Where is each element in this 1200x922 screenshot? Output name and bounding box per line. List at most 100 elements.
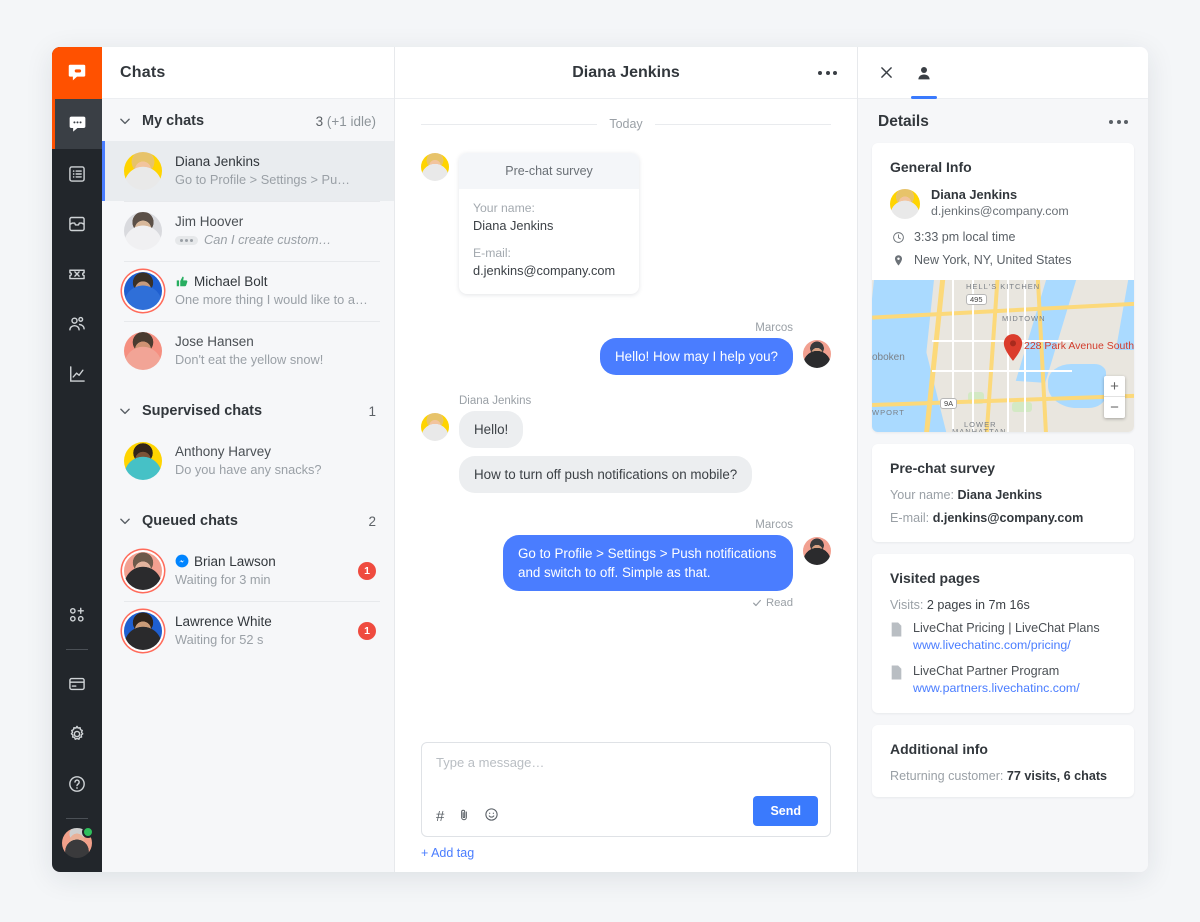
group-count: 2 xyxy=(368,513,376,529)
chat-list-item-jose-hansen[interactable]: Jose Hansen Don't eat the yellow snow! xyxy=(102,321,394,381)
sidebar-item-reports[interactable] xyxy=(52,349,102,399)
map-zoom-in-button[interactable]: + xyxy=(1104,376,1125,397)
map-zoom-out-button[interactable]: − xyxy=(1104,397,1125,418)
group-header-supervised-chats[interactable]: Supervised chats 1 xyxy=(102,381,394,431)
map-street-4 xyxy=(1024,280,1026,432)
chat-list-item-brian-lawson[interactable]: Brian Lawson Waiting for 3 min 1 xyxy=(102,541,394,601)
message-input-placeholder[interactable]: Type a message… xyxy=(436,755,816,770)
visited-page-item[interactable]: LiveChat Pricing | LiveChat Plans www.li… xyxy=(872,620,1134,663)
sidebar-item-apps[interactable] xyxy=(52,590,102,640)
close-icon[interactable] xyxy=(878,47,895,99)
canned-response-icon[interactable]: # xyxy=(436,809,444,824)
online-status-dot xyxy=(82,826,94,838)
chat-item-message: Can I create custom… xyxy=(204,232,332,247)
chat-list-item-anthony-harvey[interactable]: Anthony Harvey Do you have any snacks? xyxy=(102,431,394,491)
map-pin-icon xyxy=(1003,334,1023,361)
location-map[interactable]: HELL'S KITCHEN MIDTOWN oboken WPORT LOWE… xyxy=(872,280,1134,432)
map-street-6 xyxy=(932,370,1072,372)
details-panel: Details General Info Diana Jenkins d.jen… xyxy=(858,47,1148,872)
chat-item-body: Jim Hoover Can I create custom… xyxy=(175,213,376,249)
avatar xyxy=(124,152,162,190)
sidebar-item-archives[interactable] xyxy=(52,149,102,199)
pre-chat-survey-heading: Pre-chat survey xyxy=(890,460,996,476)
returning-customer-value: 77 visits, 6 chats xyxy=(1006,769,1108,783)
message-composer[interactable]: Type a message… # Send xyxy=(421,742,831,837)
attachment-icon[interactable] xyxy=(457,808,471,825)
chat-item-message: Waiting for 52 s xyxy=(175,632,264,647)
more-horizontal-icon[interactable] xyxy=(818,70,837,75)
chat-item-body: Anthony Harvey Do you have any snacks? xyxy=(175,443,376,479)
visited-page-text: LiveChat Pricing | LiveChat Plans www.li… xyxy=(913,620,1100,654)
conversation-title: Diana Jenkins xyxy=(572,63,680,81)
message-list[interactable]: Today Pre-chat survey Your name: Diana J… xyxy=(395,99,857,732)
sidebar-item-tickets[interactable] xyxy=(52,199,102,249)
chat-item-name: Jose Hansen xyxy=(175,334,254,349)
thumbs-up-icon xyxy=(175,274,189,288)
sidebar-item-chats[interactable] xyxy=(52,99,102,149)
survey-name-label: Your name: xyxy=(473,201,535,215)
day-separator: Today xyxy=(421,117,832,131)
page-icon xyxy=(890,622,904,654)
group-header-queued-chats[interactable]: Queued chats 2 xyxy=(102,491,394,541)
chat-list-scroll[interactable]: My chats 3 (+1 idle) Diana Jenkins Go to… xyxy=(102,99,394,872)
page-url[interactable]: www.livechatinc.com/pricing/ xyxy=(913,637,1100,654)
visited-pages-card: Visited pages Visits: 2 pages in 7m 16s … xyxy=(872,554,1134,713)
current-user-avatar[interactable] xyxy=(62,826,94,858)
page-title: LiveChat Pricing | LiveChat Plans xyxy=(913,621,1100,635)
chat-item-name: Lawrence White xyxy=(175,614,272,629)
survey-card-heading: Pre-chat survey xyxy=(459,153,639,189)
pre-chat-survey-card: Pre-chat survey Your name: Diana Jenkins… xyxy=(459,153,639,294)
sidebar-item-help[interactable] xyxy=(52,759,102,809)
sidebar-item-settings[interactable] xyxy=(52,709,102,759)
map-label-newport: WPORT xyxy=(872,408,905,417)
message-bubble: How to turn off push notifications on mo… xyxy=(459,456,753,493)
sidebar-item-traffic[interactable] xyxy=(52,299,102,349)
customer-identity-text: Diana Jenkins d.jenkins@company.com xyxy=(931,187,1069,220)
more-horizontal-icon[interactable] xyxy=(1109,120,1128,124)
message-sender: Marcos xyxy=(755,322,793,334)
avatar xyxy=(421,153,449,181)
messenger-icon xyxy=(175,554,189,568)
chat-list-item-lawrence-white[interactable]: Lawrence White Waiting for 52 s 1 xyxy=(102,601,394,661)
local-time: 3:33 pm local time xyxy=(914,230,1016,244)
avatar xyxy=(803,340,831,368)
sidebar-item-billing[interactable] xyxy=(52,659,102,709)
returning-customer-row: Returning customer: 77 visits, 6 chats xyxy=(872,769,1134,797)
message-row-customer-2: How to turn off push notifications on mo… xyxy=(459,456,831,493)
livechat-logo-icon[interactable] xyxy=(52,47,102,99)
chat-list-item-jim-hoover[interactable]: Jim Hoover Can I create custom… xyxy=(102,201,394,261)
chat-item-name: Diana Jenkins xyxy=(175,154,260,169)
send-button[interactable]: Send xyxy=(753,796,818,826)
pin-icon xyxy=(894,254,903,266)
chat-list-item-diana-jenkins[interactable]: Diana Jenkins Go to Profile > Settings >… xyxy=(102,141,394,201)
pre-chat-survey-card: Pre-chat survey Your name: Diana Jenkins… xyxy=(872,444,1134,542)
location-row: New York, NY, United States xyxy=(872,253,1134,280)
additional-info-heading: Additional info xyxy=(890,741,988,757)
chat-item-message-row: Can I create custom… xyxy=(175,231,376,249)
group-name: Queued chats xyxy=(142,513,238,529)
details-title-row: Details xyxy=(858,99,1148,143)
separator-line-left xyxy=(421,123,598,125)
group-count: 1 xyxy=(368,403,376,419)
group-header-my-chats[interactable]: My chats 3 (+1 idle) xyxy=(102,99,394,141)
survey-email-value: d.jenkins@company.com xyxy=(932,511,1084,525)
map-park-2 xyxy=(1012,402,1032,412)
map-label-hoboken: oboken xyxy=(872,352,905,363)
chat-list-item-michael-bolt[interactable]: Michael Bolt One more thing I would like… xyxy=(102,261,394,321)
sidebar-item-engage[interactable] xyxy=(52,249,102,299)
customer-email: d.jenkins@company.com xyxy=(931,204,1069,218)
rail-divider xyxy=(66,649,88,650)
chat-item-message: Do you have any snacks? xyxy=(175,462,322,477)
message-status-label: Read xyxy=(765,597,793,609)
chat-item-message: One more thing I would like to a… xyxy=(175,292,368,307)
conversation-header: Diana Jenkins xyxy=(395,47,857,99)
page-url[interactable]: www.partners.livechatinc.com/ xyxy=(913,680,1080,697)
chat-item-body: Brian Lawson Waiting for 3 min xyxy=(175,553,350,589)
tab-customer-details[interactable] xyxy=(911,47,937,99)
emoji-icon[interactable] xyxy=(484,807,499,825)
visited-page-item[interactable]: LiveChat Partner Program www.partners.li… xyxy=(872,663,1134,713)
general-info-card: General Info Diana Jenkins d.jenkins@com… xyxy=(872,143,1134,432)
add-tag-button[interactable]: + Add tag xyxy=(395,837,857,872)
additional-info-card: Additional info Returning customer: 77 v… xyxy=(872,725,1134,797)
map-zoom-controls[interactable]: + − xyxy=(1104,376,1125,418)
